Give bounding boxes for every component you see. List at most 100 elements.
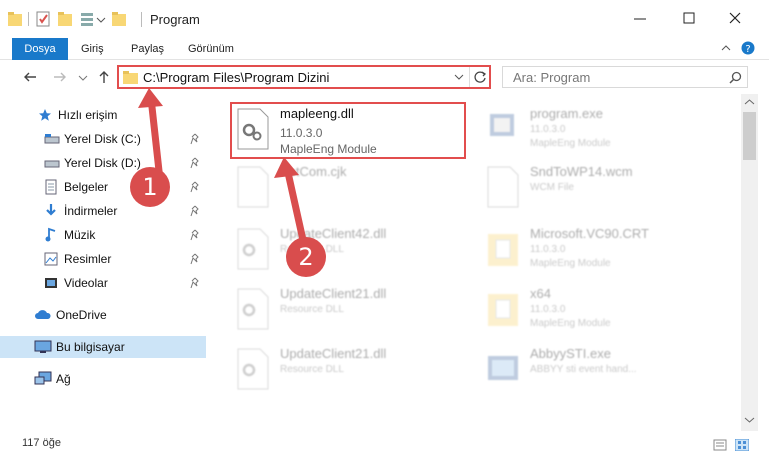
scroll-down-icon[interactable]: [744, 416, 755, 424]
file-item-abbyysti[interactable]: AbbyySTI.exe ABBYY sti event hand...: [482, 342, 732, 400]
search-icon[interactable]: [729, 71, 742, 84]
sidebar-item-label: Resimler: [64, 252, 112, 266]
sidebar-item-downloads[interactable]: İndirmeler: [0, 200, 206, 222]
refresh-icon[interactable]: [473, 70, 487, 84]
address-path[interactable]: C:\Program Files\Program Dizini: [143, 70, 329, 85]
sidebar-item-onedrive[interactable]: OneDrive: [0, 304, 206, 326]
exe-icon: [488, 356, 518, 380]
download-icon: [46, 204, 56, 216]
file-item-hstcom[interactable]: HstCom.cjk: [232, 160, 482, 218]
sidebar-item-videos[interactable]: Videolar: [0, 272, 206, 294]
sidebar-item-documents[interactable]: Belgeler: [0, 176, 206, 198]
cloud-icon: [35, 310, 51, 319]
file-name: AbbyySTI.exe: [530, 346, 611, 361]
scroll-up-icon[interactable]: [744, 98, 755, 106]
sidebar-item-network[interactable]: Ağ: [0, 368, 206, 390]
videos-icon: [45, 278, 57, 288]
forward-arrow-icon[interactable]: [52, 69, 68, 85]
tab-file[interactable]: Dosya: [12, 38, 68, 60]
sidebar-item-music[interactable]: Müzik: [0, 224, 206, 246]
gear-file-icon: [237, 288, 269, 330]
drive-icon: [44, 134, 60, 144]
pin-icon[interactable]: [190, 253, 200, 265]
scrollbar-thumb[interactable]: [743, 112, 756, 160]
file-highlight-box: [230, 102, 466, 159]
search-box[interactable]: Ara: Program: [502, 66, 748, 88]
file-item-sndtowp[interactable]: SndToWP14.wcm WCM File: [482, 160, 732, 218]
pin-icon[interactable]: [190, 229, 200, 241]
details-view-icon[interactable]: [713, 439, 727, 451]
file-version: 11.0.3.0: [530, 124, 566, 135]
status-bar: 117 öğe: [0, 431, 769, 473]
documents-icon: [45, 179, 57, 195]
sidebar-item-label: Videolar: [64, 276, 108, 290]
new-folder-icon[interactable]: [58, 11, 72, 27]
minimize-icon[interactable]: [632, 10, 648, 26]
sidebar-item-label: Belgeler: [64, 180, 109, 194]
search-input[interactable]: Ara: Program: [513, 70, 590, 85]
sidebar-item-this-pc[interactable]: Bu bilgisayar: [0, 336, 206, 358]
svg-text:?: ?: [745, 44, 750, 55]
file-name: x64: [530, 286, 551, 301]
tab-home[interactable]: Giriş: [81, 38, 104, 60]
file-item-updateclient21[interactable]: UpdateClient21.dll Resource DLL: [232, 282, 482, 340]
sidebar-item-label: OneDrive: [56, 308, 107, 322]
recent-chevron-icon[interactable]: [78, 69, 94, 85]
sidebar-item-disk-c[interactable]: Yerel Disk (C:): [0, 128, 206, 150]
file-description: ABBYY sti event hand...: [530, 364, 637, 375]
up-arrow-icon[interactable]: [96, 69, 112, 85]
expand-ribbon-icon[interactable]: [719, 41, 733, 55]
folder-file-icon: [488, 234, 518, 266]
sidebar-item-label: Bu bilgisayar: [56, 340, 125, 354]
sidebar-item-disk-d[interactable]: Yerel Disk (D:): [0, 152, 206, 174]
file-item-updateclient42[interactable]: UpdateClient42.dll Resource DLL: [232, 222, 482, 280]
address-row: C:\Program Files\Program Dizini Ara: Pro…: [0, 60, 769, 94]
music-icon: [45, 227, 56, 242]
vertical-scrollbar[interactable]: [741, 94, 758, 431]
title-bar: Program: [0, 0, 769, 38]
folder-file-icon: [488, 294, 518, 326]
sidebar-item-quick-access[interactable]: Hızlı erişim: [0, 104, 206, 126]
address-dropdown-icon[interactable]: [453, 71, 465, 83]
sidebar-item-pictures[interactable]: Resimler: [0, 248, 206, 270]
chevron-down-icon[interactable]: [96, 11, 106, 27]
properties-icon[interactable]: [36, 11, 50, 27]
address-bar[interactable]: C:\Program Files\Program Dizini: [117, 65, 491, 89]
file-item-program-exe[interactable]: program.exe 11.0.3.0 MapleEng Module: [482, 102, 732, 160]
tab-share[interactable]: Paylaş: [131, 38, 164, 60]
back-arrow-icon[interactable]: [22, 69, 38, 85]
tab-view[interactable]: Görünüm: [188, 38, 234, 60]
file-item-updateclient21-b[interactable]: UpdateClient21.dll Resource DLL: [232, 342, 482, 400]
pin-icon[interactable]: [190, 205, 200, 217]
close-icon[interactable]: [727, 10, 743, 26]
step-marker-2: 2: [286, 237, 326, 277]
file-description: MapleEng Module: [530, 258, 611, 269]
sidebar-item-label: Yerel Disk (C:): [64, 132, 141, 146]
file-item-microsoft-vc90[interactable]: Microsoft.VC90.CRT 11.0.3.0 MapleEng Mod…: [482, 222, 732, 280]
pin-icon[interactable]: [190, 133, 200, 145]
large-icons-view-icon[interactable]: [735, 439, 749, 451]
folder-icon: [123, 71, 138, 84]
sidebar-item-label: Yerel Disk (D:): [64, 156, 141, 170]
file-name: UpdateClient21.dll: [280, 346, 387, 361]
help-icon[interactable]: ?: [741, 41, 755, 55]
step-marker-1: 1: [130, 167, 170, 207]
pin-icon[interactable]: [190, 157, 200, 169]
sidebar-item-label: İndirmeler: [64, 204, 118, 218]
file-type: Resource DLL: [280, 364, 344, 375]
item-count: 117 öğe: [22, 437, 61, 449]
file-name: SndToWP14.wcm: [530, 164, 633, 179]
file-type: WCM File: [530, 182, 574, 193]
folder-icon: [112, 12, 126, 26]
file-type: Resource DLL: [280, 304, 344, 315]
blank-file-icon: [237, 166, 269, 208]
file-version: 11.0.3.0: [530, 304, 566, 315]
file-description: MapleEng Module: [530, 138, 611, 149]
view-icon[interactable]: [80, 11, 94, 27]
maximize-icon[interactable]: [681, 10, 697, 26]
pin-icon[interactable]: [190, 181, 200, 193]
pin-icon[interactable]: [190, 277, 200, 289]
file-item-x64[interactable]: x64 11.0.3.0 MapleEng Module: [482, 282, 732, 340]
sidebar-item-label: Hızlı erişim: [58, 108, 118, 122]
file-name: program.exe: [530, 106, 603, 121]
